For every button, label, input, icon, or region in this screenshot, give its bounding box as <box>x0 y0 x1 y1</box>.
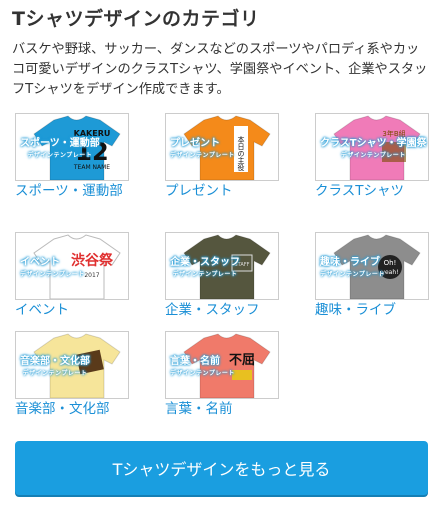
svg-text:KAKERU: KAKERU <box>74 129 111 138</box>
category-card[interactable]: 音楽部・文化部 デザインテンプレート 音楽部・文化部 <box>15 331 131 419</box>
template-tag: クラスTシャツ・学園祭デザインテンプレート <box>320 138 427 162</box>
category-thumbnail[interactable]: STAFF 企業・スタッフ デザインテンプレート <box>165 232 279 300</box>
template-tag: プレゼントデザインテンプレート <box>170 138 235 162</box>
template-tag-label: 言葉・名前 <box>170 356 220 367</box>
category-thumbnail[interactable]: Oh! yeah! 趣味・ライブ デザインテンプレート <box>315 232 429 300</box>
category-link[interactable]: スポーツ・運動部 <box>15 182 131 201</box>
svg-text:3年B組: 3年B組 <box>382 129 405 138</box>
category-link[interactable]: プレゼント <box>165 182 281 201</box>
template-tag: 音楽部・文化部デザインテンプレート <box>20 356 90 380</box>
category-link[interactable]: 言葉・名前 <box>165 400 281 419</box>
more-designs-button[interactable]: Tシャツデザインをもっと見る <box>15 441 428 495</box>
template-tag-sub: デザインテンプレート <box>172 271 238 278</box>
category-link[interactable]: クラスTシャツ <box>315 182 431 201</box>
template-tag-label: スポーツ・運動部 <box>20 138 100 149</box>
svg-text:TEAM NAME: TEAM NAME <box>73 164 110 171</box>
template-tag-label: イベント <box>20 257 60 268</box>
category-thumbnail[interactable]: KAKERU 12 TEAM NAME スポーツ・運動部 デザインテンプレート <box>15 113 129 181</box>
category-card[interactable]: 不屈 言葉・名前 デザインテンプレート 言葉・名前 <box>165 331 281 419</box>
template-tag-sub: デザインテンプレート <box>340 152 406 159</box>
template-tag: 言葉・名前デザインテンプレート <box>170 356 235 380</box>
category-card[interactable]: Oh! yeah! 趣味・ライブ デザインテンプレート 趣味・ライブ <box>315 232 431 320</box>
template-tag-label: クラスTシャツ・学園祭 <box>320 138 427 149</box>
section-description: バスケや野球、サッカー、ダンスなどのスポーツやパロディ系やカッコ可愛いデザインの… <box>12 42 428 97</box>
category-link[interactable]: 趣味・ライブ <box>315 301 431 320</box>
svg-text:Oh!: Oh! <box>384 259 397 267</box>
template-tag-sub: デザインテンプレート <box>20 271 85 278</box>
category-link[interactable]: 音楽部・文化部 <box>15 400 131 419</box>
template-tag-label: プレゼント <box>170 138 220 149</box>
category-card[interactable]: KAKERU 12 TEAM NAME スポーツ・運動部 デザインテンプレート スポーツ… <box>15 113 131 201</box>
category-link[interactable]: イベント <box>15 301 131 320</box>
template-tag: イベントデザインテンプレート <box>20 257 85 281</box>
category-link[interactable]: 企業・スタッフ <box>165 301 281 320</box>
svg-text:本日の主役: 本日の主役 <box>237 135 245 172</box>
template-tag-sub: デザインテンプレート <box>22 370 88 377</box>
template-tag-sub: デザインテンプレート <box>170 152 235 159</box>
template-tag-sub: デザインテンプレート <box>27 152 93 159</box>
category-card[interactable]: 渋谷祭 2017 イベント デザインテンプレート イベント <box>15 232 131 320</box>
template-tag-label: 企業・スタッフ <box>170 257 240 268</box>
template-tag-label: 趣味・ライブ <box>320 257 380 268</box>
category-card[interactable]: 本日の主役 プレゼント デザインテンプレート プレゼント <box>165 113 281 201</box>
section-title: Tシャツデザインのカテゴリ <box>12 8 260 30</box>
template-tag-label: 音楽部・文化部 <box>20 356 90 367</box>
template-tag: 企業・スタッフデザインテンプレート <box>170 257 240 281</box>
template-tag: スポーツ・運動部デザインテンプレート <box>20 138 100 162</box>
template-tag: 趣味・ライブデザインテンプレート <box>320 257 385 281</box>
category-thumbnail[interactable]: 3年B組 クラスTシャツ・学園祭デザインテンプレート <box>315 113 429 181</box>
category-card[interactable]: STAFF 企業・スタッフ デザインテンプレート 企業・スタッフ <box>165 232 281 320</box>
template-tag-sub: デザインテンプレート <box>170 370 235 377</box>
category-thumbnail[interactable]: 本日の主役 プレゼントデザインテンプレート <box>165 113 279 181</box>
category-thumbnail[interactable]: 渋谷祭 2017 イベント デザインテンプレート <box>15 232 129 300</box>
category-card[interactable]: 3年B組 クラスTシャツ・学園祭デザインテンプレートクラスTシャツ <box>315 113 431 201</box>
template-tag-sub: デザインテンプレート <box>320 271 385 278</box>
category-thumbnail[interactable]: 音楽部・文化部デザインテンプレート <box>15 331 129 399</box>
category-thumbnail[interactable]: 不屈 言葉・名前 デザインテンプレート <box>165 331 279 399</box>
svg-text:2017: 2017 <box>84 272 99 279</box>
